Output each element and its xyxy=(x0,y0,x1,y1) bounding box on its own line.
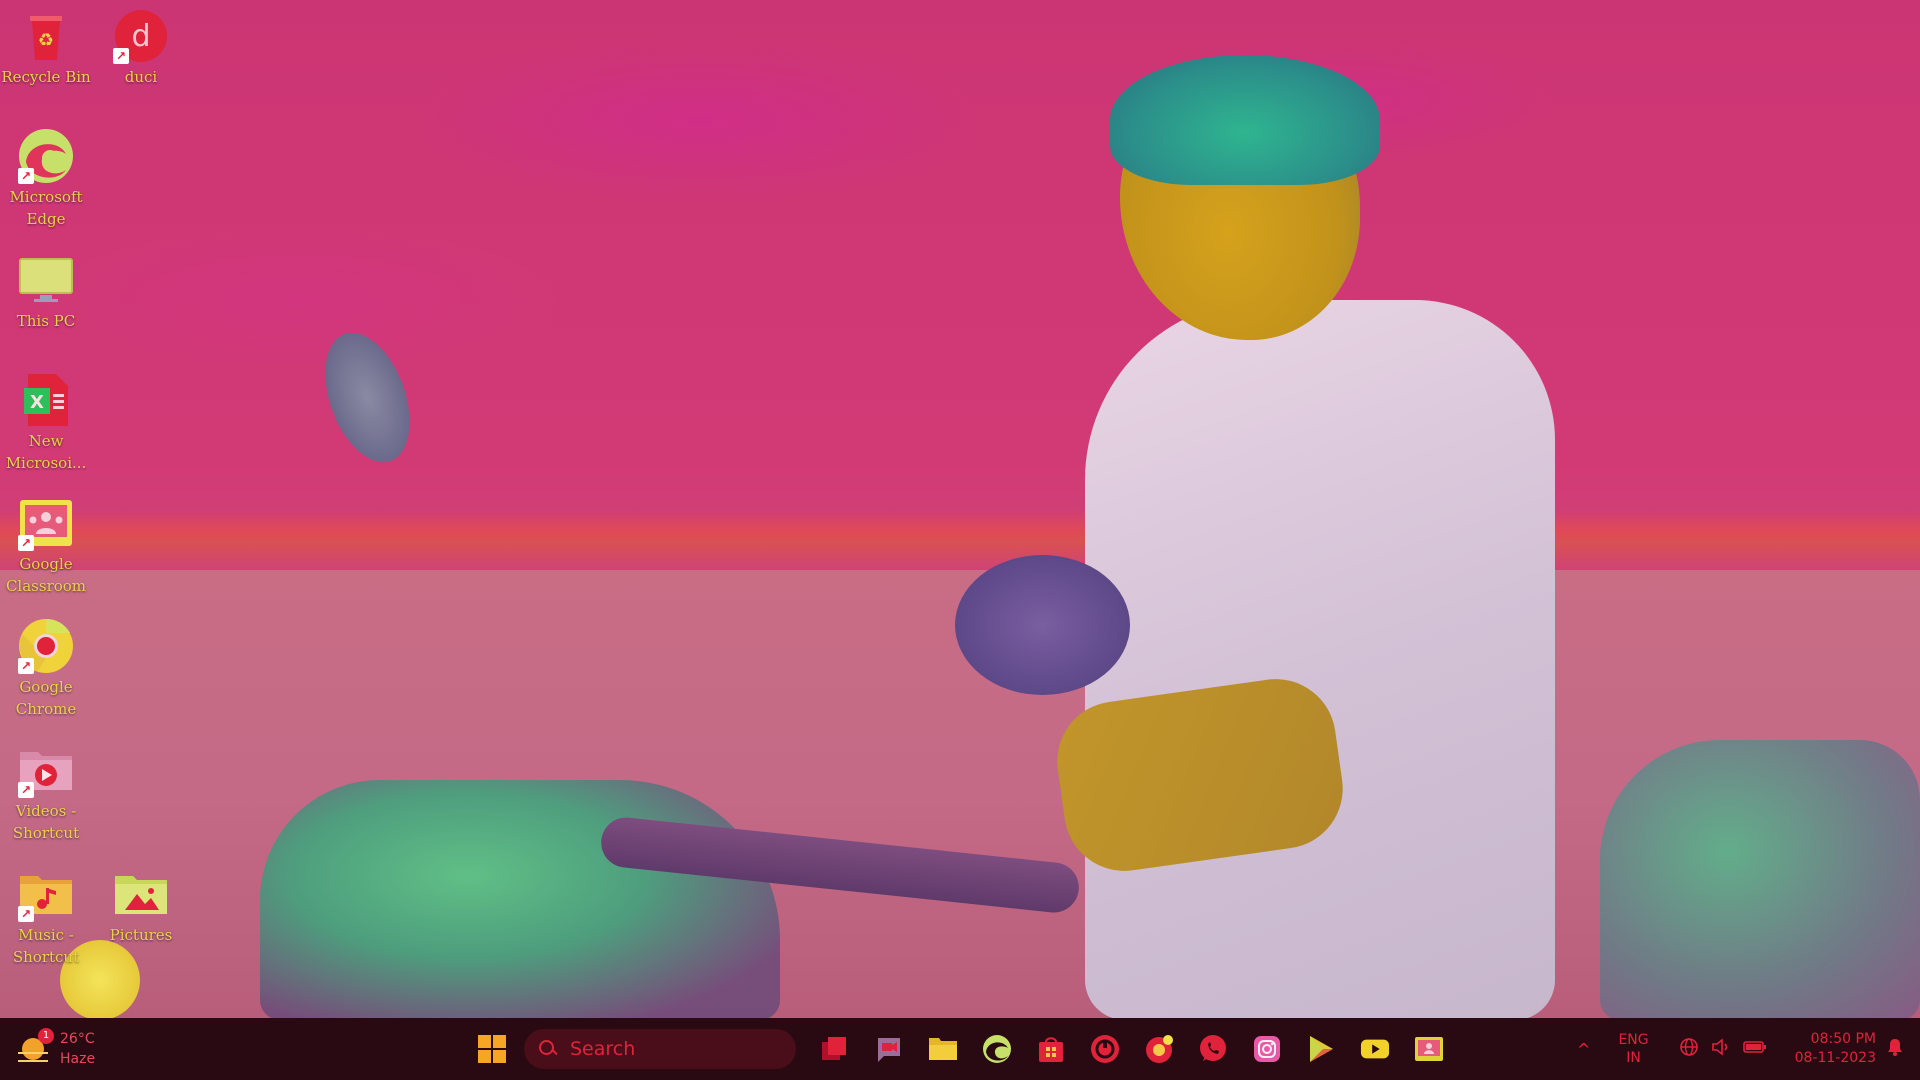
notification-badge: 1 xyxy=(38,1028,54,1044)
taskbar-store[interactable] xyxy=(1028,1026,1074,1072)
chrome-canary-icon xyxy=(1144,1034,1174,1064)
wallpaper-person-hair xyxy=(1110,55,1380,185)
desktop-icon-google-chrome[interactable]: ↗ Google Chrome xyxy=(0,618,92,720)
desktop-icon-label: Google Chrome xyxy=(15,678,77,718)
recycle-bin-icon: ♻ xyxy=(18,8,74,64)
play-store-icon xyxy=(1306,1034,1336,1064)
taskbar-chrome-canary[interactable] xyxy=(1136,1026,1182,1072)
excel-file-icon: X xyxy=(18,372,74,428)
desktop-icon-this-pc[interactable]: This PC xyxy=(0,252,92,332)
shortcut-arrow-icon: ↗ xyxy=(18,658,34,674)
taskbar-play-store[interactable] xyxy=(1298,1026,1344,1072)
desktop-icon-label: Google Classroom xyxy=(5,555,87,595)
shortcut-arrow-icon: ↗ xyxy=(18,168,34,184)
desktop-icon-label: New Microsoi... xyxy=(5,432,87,472)
wallpaper-person-shirt xyxy=(1085,300,1555,1018)
taskbar-task-view[interactable] xyxy=(812,1026,858,1072)
clock-date: 08-11-2023 xyxy=(1794,1050,1876,1066)
shortcut-arrow-icon: ↗ xyxy=(18,535,34,551)
windows-logo-icon xyxy=(478,1035,506,1063)
desktop-icon-label: Microsoft Edge xyxy=(9,188,83,228)
wallpaper-motorbike xyxy=(260,780,780,1018)
wallpaper-motorbike-right xyxy=(1600,740,1920,1018)
taskbar-instagram[interactable] xyxy=(1244,1026,1290,1072)
monitor-icon xyxy=(18,252,74,308)
taskbar-center: Search xyxy=(470,1025,1456,1073)
pictures-folder-icon xyxy=(113,866,169,922)
edge-icon: ↗ xyxy=(18,128,74,184)
taskbar-file-explorer[interactable] xyxy=(920,1026,966,1072)
wallpaper-horizon xyxy=(0,510,1920,570)
svg-text:X: X xyxy=(30,392,44,413)
taskbar-meet[interactable] xyxy=(866,1026,912,1072)
show-hidden-icons-chevron-icon[interactable]: ^ xyxy=(1577,1040,1590,1059)
start-button[interactable] xyxy=(470,1027,514,1071)
system-tray: ^ ENG IN 08:50 PM 08-11-2023 xyxy=(1577,1018,1904,1080)
desktop-icon-duci[interactable]: d ↗ duci xyxy=(95,8,187,88)
classroom-icon xyxy=(1414,1034,1444,1064)
desktop-wallpaper xyxy=(0,0,1920,1018)
desktop-icon-recycle-bin[interactable]: ♻ Recycle Bin xyxy=(0,8,92,88)
taskbar-classroom[interactable] xyxy=(1406,1026,1452,1072)
clock-time: 08:50 PM xyxy=(1810,1031,1876,1047)
desktop-icon-music-shortcut[interactable]: ↗ Music - Shortcut xyxy=(0,866,92,968)
edge-icon xyxy=(982,1034,1012,1064)
instagram-icon xyxy=(1252,1034,1282,1064)
volume-icon xyxy=(1711,1037,1731,1062)
desktop-icon-pictures[interactable]: Pictures xyxy=(95,866,187,946)
shortcut-arrow-icon: ↗ xyxy=(18,782,34,798)
wallpaper-mirror-right xyxy=(955,555,1130,695)
weather-widget[interactable]: 1 26°C Haze xyxy=(18,1026,95,1072)
shortcut-arrow-icon: ↗ xyxy=(113,48,129,64)
folder-icon xyxy=(928,1034,958,1064)
desktop-icon-label: Music - Shortcut xyxy=(12,926,80,966)
classroom-icon: ↗ xyxy=(18,495,74,551)
duci-app-icon: d ↗ xyxy=(113,8,169,64)
desktop-icon-label: Videos - Shortcut xyxy=(12,802,80,842)
desktop-icon-videos-shortcut[interactable]: ↗ Videos - Shortcut xyxy=(0,742,92,844)
music-folder-icon: ↗ xyxy=(18,866,74,922)
search-placeholder: Search xyxy=(570,1038,636,1060)
youtube-icon xyxy=(1360,1034,1390,1064)
desktop-icon-label: duci xyxy=(124,68,158,86)
store-icon xyxy=(1036,1034,1066,1064)
taskbar-whatsapp[interactable] xyxy=(1190,1026,1236,1072)
bell-icon[interactable] xyxy=(1886,1037,1904,1062)
task-view-icon xyxy=(820,1034,850,1064)
taskbar-app-red[interactable] xyxy=(1082,1026,1128,1072)
haze-weather-icon: 1 xyxy=(18,1028,54,1064)
desktop-icon-google-classroom[interactable]: ↗ Google Classroom xyxy=(0,495,92,597)
battery-icon xyxy=(1742,1037,1767,1062)
taskbar-youtube[interactable] xyxy=(1352,1026,1398,1072)
weather-condition: Haze xyxy=(60,1051,96,1067)
language-indicator[interactable]: ENG IN xyxy=(1618,1031,1648,1067)
wallpaper-mirror-left xyxy=(309,321,426,474)
desktop-icon-excel-file[interactable]: X New Microsoi... xyxy=(0,372,92,474)
taskbar-edge[interactable] xyxy=(974,1026,1020,1072)
whatsapp-icon xyxy=(1198,1034,1228,1064)
language-region: IN xyxy=(1626,1050,1641,1066)
clock[interactable]: 08:50 PM 08-11-2023 xyxy=(1795,1030,1876,1068)
svg-text:d: d xyxy=(131,19,150,54)
weather-temperature: 26°C xyxy=(60,1031,95,1047)
quick-settings[interactable] xyxy=(1673,1037,1773,1062)
taskbar: 1 26°C Haze Search ^ ENG IN 08:50 PM 08-… xyxy=(0,1018,1920,1080)
language-code: ENG xyxy=(1618,1032,1649,1048)
taskbar-search[interactable]: Search xyxy=(524,1029,796,1069)
videos-folder-icon: ↗ xyxy=(18,742,74,798)
desktop-icon-label: This PC xyxy=(16,312,76,330)
desktop-icon-label: Recycle Bin xyxy=(1,68,91,86)
desktop-icon-label: Pictures xyxy=(109,926,173,944)
video-call-icon xyxy=(874,1034,904,1064)
shortcut-arrow-icon: ↗ xyxy=(18,906,34,922)
search-icon xyxy=(538,1039,558,1059)
svg-text:♻: ♻ xyxy=(38,30,54,51)
chrome-icon: ↗ xyxy=(18,618,74,674)
circle-app-icon xyxy=(1090,1034,1120,1064)
desktop-icon-edge[interactable]: ↗ Microsoft Edge xyxy=(0,128,92,230)
network-icon xyxy=(1679,1037,1699,1062)
